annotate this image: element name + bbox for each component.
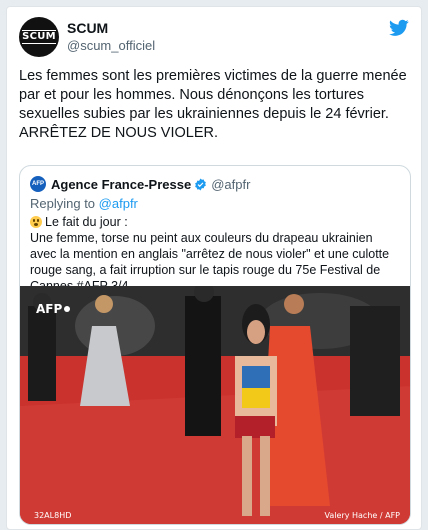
replying-handle-link[interactable]: @afpfr: [99, 196, 138, 211]
quoted-avatar[interactable]: AFP: [30, 176, 46, 192]
tweet-text: Les femmes sont les premières victimes d…: [19, 68, 407, 141]
avatar-text: SCUM: [22, 30, 56, 44]
quoted-display-name[interactable]: Agence France-Presse: [51, 177, 191, 192]
quoted-header: AFP Agence France-Presse @afpfr: [30, 174, 250, 194]
avatar[interactable]: SCUM: [19, 17, 59, 57]
author-display-name[interactable]: SCUM: [67, 19, 155, 37]
photo-credit: Valery Hache / AFP: [324, 511, 400, 520]
quoted-body: Une femme, torse nu peint aux couleurs d…: [30, 231, 390, 293]
replying-prefix: Replying to: [30, 196, 96, 211]
twitter-bird-icon[interactable]: [389, 19, 409, 37]
tweet-header: SCUM SCUM @scum_officiel: [19, 17, 409, 63]
quoted-handle[interactable]: @afpfr: [211, 177, 250, 192]
quoted-photo[interactable]: AFP 32AL8HD Valery Hache / AFP: [20, 286, 410, 524]
astonished-face-emoji: [30, 216, 42, 228]
quoted-text: Le fait du jour : Une femme, torse nu pe…: [30, 214, 402, 294]
photo-code: 32AL8HD: [34, 511, 72, 520]
verified-badge-icon: [195, 178, 207, 190]
photo-scene: [20, 286, 410, 524]
quoted-tweet[interactable]: AFP Agence France-Presse @afpfr Replying…: [19, 165, 411, 525]
author-names: SCUM @scum_officiel: [67, 19, 155, 55]
author-handle[interactable]: @scum_officiel: [67, 37, 155, 55]
quoted-headline: Le fait du jour :: [45, 215, 128, 229]
tweet-card[interactable]: SCUM SCUM @scum_officiel Les femmes sont…: [6, 6, 422, 530]
afp-watermark: AFP: [36, 302, 71, 316]
replying-to: Replying to @afpfr: [30, 196, 138, 211]
